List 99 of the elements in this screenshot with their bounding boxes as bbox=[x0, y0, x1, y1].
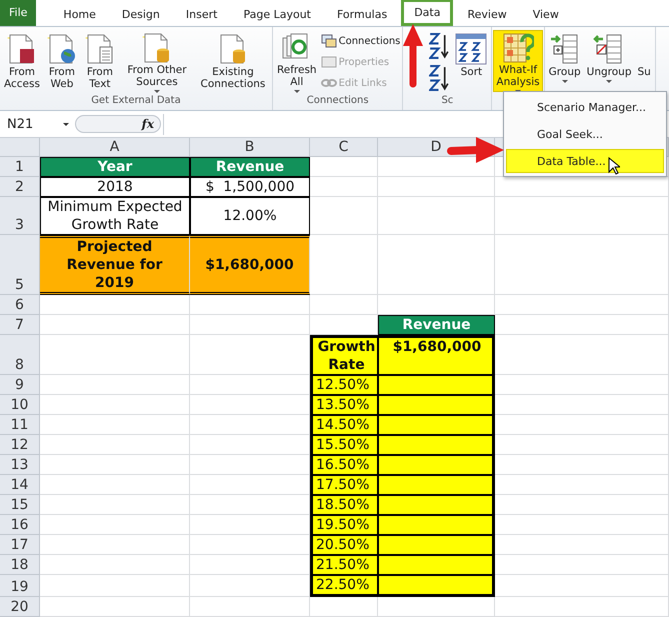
row-header[interactable]: 19 bbox=[0, 575, 40, 597]
column-header[interactable]: A bbox=[40, 138, 190, 157]
ribbon-tab[interactable]: Home bbox=[51, 2, 108, 26]
empty-cell[interactable] bbox=[190, 315, 310, 335]
row-header[interactable]: 11 bbox=[0, 415, 40, 435]
row-header[interactable]: 12 bbox=[0, 435, 40, 455]
table-cell: 14.50% bbox=[310, 415, 378, 435]
empty-cell[interactable] bbox=[310, 597, 378, 617]
ribbon-button[interactable]: From Other Sources bbox=[118, 30, 195, 92]
table-cell: 18.50% bbox=[310, 495, 378, 515]
row-header[interactable]: 10 bbox=[0, 395, 40, 415]
row-header[interactable]: 7 bbox=[0, 315, 40, 335]
column-header[interactable]: C bbox=[310, 138, 378, 157]
ribbon-button[interactable]: Connections bbox=[320, 32, 402, 50]
pointer-arrow bbox=[403, 24, 423, 88]
empty-cell[interactable] bbox=[495, 235, 669, 295]
row-header[interactable]: 8 bbox=[0, 335, 40, 375]
ribbon-button[interactable]: From Text bbox=[80, 30, 119, 92]
table-cell: 16.50% bbox=[310, 455, 378, 475]
table-cell: $1,680,000 bbox=[190, 235, 310, 295]
empty-cell[interactable] bbox=[310, 295, 378, 315]
table-cell: Year bbox=[40, 157, 190, 177]
ribbon-tab[interactable]: Data bbox=[401, 0, 454, 26]
row-header[interactable]: 16 bbox=[0, 515, 40, 535]
table-cell: 12.00% bbox=[190, 197, 310, 235]
menu-item[interactable]: Scenario Manager... bbox=[504, 95, 666, 119]
table-cell: 20.50% bbox=[310, 535, 378, 555]
table-cell: Growth Rate bbox=[310, 335, 378, 375]
sort-ascending-icon bbox=[429, 33, 450, 59]
row-header[interactable]: 2 bbox=[0, 177, 40, 197]
name-box[interactable]: N21 bbox=[3, 116, 57, 132]
group-label: Get External Data bbox=[90, 94, 182, 108]
table-cell: 19.50% bbox=[310, 515, 378, 535]
table-cell: 22.50% bbox=[310, 575, 378, 597]
sort-descending-icon bbox=[429, 65, 450, 91]
ribbon-tab[interactable]: Page Layout bbox=[231, 2, 323, 26]
row-header[interactable]: 3 bbox=[0, 197, 40, 235]
caret-icon bbox=[63, 122, 69, 126]
table-cell: 15.50% bbox=[310, 435, 378, 455]
empty-cell[interactable] bbox=[190, 597, 310, 617]
empty-cell[interactable] bbox=[310, 177, 378, 197]
ribbon-button[interactable]: Group bbox=[546, 30, 584, 92]
table-cell: Projected Revenue for 2019 bbox=[40, 235, 190, 295]
row-header[interactable]: 6 bbox=[0, 295, 40, 315]
group-label: Sc bbox=[440, 94, 454, 108]
sort-icon bbox=[455, 33, 488, 65]
ribbon-button[interactable]: Su bbox=[634, 30, 654, 92]
ribbon-tab[interactable]: View bbox=[520, 2, 571, 26]
row-header[interactable]: 15 bbox=[0, 495, 40, 515]
ribbon-tab[interactable]: Insert bbox=[174, 2, 230, 26]
select-all-corner[interactable] bbox=[0, 138, 40, 157]
properties-icon bbox=[320, 54, 337, 70]
empty-cell[interactable] bbox=[378, 177, 495, 197]
globe-document-icon bbox=[46, 33, 78, 65]
table-cell: 12.50% bbox=[310, 375, 378, 395]
ribbon-button[interactable]: Ungroup bbox=[584, 30, 634, 92]
connections-icon bbox=[320, 33, 337, 49]
row-header[interactable]: 14 bbox=[0, 475, 40, 495]
group-label: Connections bbox=[306, 94, 370, 108]
table-cell: $ 1,500,000 bbox=[190, 177, 310, 197]
table-cell: Revenue bbox=[190, 157, 310, 177]
table-cell: Minimum Expected Growth Rate bbox=[40, 197, 190, 235]
menu-item[interactable]: Goal Seek... bbox=[504, 122, 666, 146]
row-header[interactable]: 5 bbox=[0, 235, 40, 295]
ribbon-button[interactable]: From Web bbox=[42, 30, 81, 92]
ribbon-tab[interactable]: Design bbox=[110, 2, 172, 26]
table-cell: 17.50% bbox=[310, 475, 378, 495]
table-cell: Revenue bbox=[378, 315, 495, 335]
empty-cell[interactable] bbox=[495, 597, 669, 617]
empty-cell[interactable] bbox=[495, 197, 669, 235]
column-header[interactable]: B bbox=[190, 138, 310, 157]
file-tab[interactable]: File bbox=[0, 0, 36, 26]
empty-cell[interactable] bbox=[378, 597, 495, 617]
what-if-grid-icon bbox=[502, 32, 534, 64]
row-header[interactable]: 17 bbox=[0, 535, 40, 555]
ribbon-button[interactable]: Sort bbox=[452, 30, 490, 92]
table-cell: $1,680,000 bbox=[378, 335, 495, 375]
row-header[interactable]: 18 bbox=[0, 555, 40, 575]
ribbon-tab[interactable]: Review bbox=[455, 2, 519, 26]
ribbon-tab[interactable]: Formulas bbox=[324, 2, 400, 26]
formula-button[interactable]: fx bbox=[75, 115, 161, 133]
table-cell: 2018 bbox=[40, 177, 190, 197]
menu-item[interactable]: Data Table... bbox=[506, 149, 664, 173]
table-cell: 13.50% bbox=[310, 395, 378, 415]
row-header[interactable]: 1 bbox=[0, 157, 40, 177]
row-header[interactable]: 20 bbox=[0, 597, 40, 617]
row-header[interactable]: 13 bbox=[0, 455, 40, 475]
row-header[interactable]: 9 bbox=[0, 375, 40, 395]
ribbon-button[interactable]: Refresh All bbox=[274, 30, 320, 92]
pointer-arrow bbox=[447, 137, 504, 163]
ribbon-button[interactable]: From Access bbox=[1, 30, 43, 92]
ribbon-button[interactable]: Existing Connections bbox=[194, 30, 271, 92]
table-cell: 21.50% bbox=[310, 555, 378, 575]
empty-cell[interactable] bbox=[495, 295, 669, 315]
ribbon-button[interactable]: What-If Analysis bbox=[493, 30, 543, 92]
empty-cell[interactable] bbox=[378, 197, 495, 235]
empty-cell[interactable] bbox=[378, 235, 495, 295]
empty-cell[interactable] bbox=[310, 197, 378, 235]
empty-cell[interactable] bbox=[190, 295, 310, 315]
